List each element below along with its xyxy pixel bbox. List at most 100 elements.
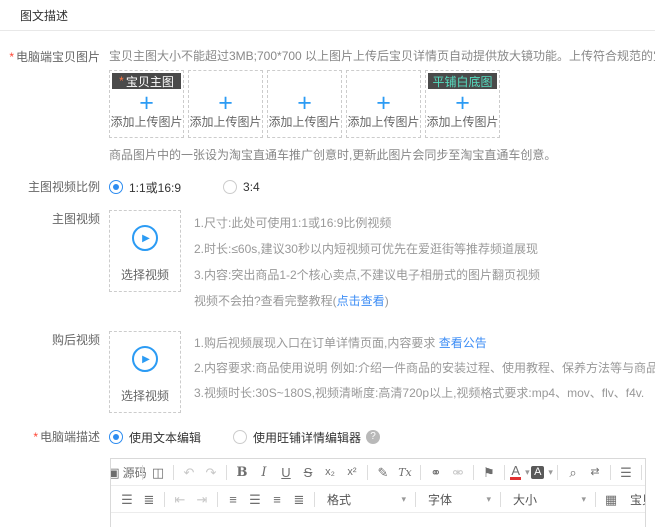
bullet-list-button[interactable]: ≣ [139, 489, 159, 509]
main-video-label: 主图视频 [0, 210, 100, 228]
unlink-button[interactable]: ⚮ [448, 462, 468, 482]
upload-image-box-3[interactable]: + 添加上传图片 [267, 70, 342, 138]
editor-content-area[interactable]: 全屏 [111, 513, 645, 527]
upload-image-box-4[interactable]: + 添加上传图片 [346, 70, 421, 138]
radio-wangpu-editor[interactable] [233, 430, 247, 444]
radio-ratio-3-4[interactable] [223, 180, 237, 194]
main-video-ratio-label: 主图视频比例 [0, 178, 100, 196]
tab-image-text-description[interactable]: 图文描述 [20, 7, 68, 24]
post-video-tip-1-prefix: 1.购后视频展现入口在订单详情页面,内容要求 [194, 336, 439, 350]
bold-button[interactable]: B [232, 462, 252, 482]
required-asterisk: * [33, 430, 38, 444]
click-view-tutorial-link[interactable]: 点击查看 [337, 294, 385, 308]
radio-ratio-1-1-or-16-9-label[interactable]: 1:1或16:9 [129, 179, 181, 196]
radio-ratio-1-1-or-16-9[interactable] [109, 180, 123, 194]
underline-button[interactable]: U [276, 462, 296, 482]
main-video-tips: 1.尺寸:此处可使用1:1或16:9比例视频 2.时长:≤60s,建议30秒以内… [194, 210, 540, 314]
toolbar-separator [473, 465, 474, 480]
select-main-video-box[interactable]: ▶ 选择视频 [109, 210, 181, 292]
toolbar-separator [504, 465, 505, 480]
editor-toolbar-row-2: ☰≣⇤⇥≡☰≡≣格式▾字体▾大小▾▦宝贝详情描述模板▾ [111, 486, 645, 513]
select-video-label: 选择视频 [110, 387, 180, 404]
select-video-label: 选择视频 [110, 266, 180, 283]
format-painter-button[interactable]: ✎ [373, 462, 393, 482]
align-center-button[interactable]: ☰ [245, 489, 265, 509]
preview-button[interactable]: ◫ [148, 462, 168, 482]
main-video-tip-4: 视频不会拍?查看完整教程(点击查看) [194, 288, 540, 314]
post-video-tip-2: 2.内容要求:商品使用说明 例如:介绍一件商品的安装过程、使用教程、保养方法等与… [194, 356, 655, 381]
ordered-list-button[interactable]: ☰ [117, 489, 137, 509]
superscript-button[interactable]: x² [342, 462, 362, 482]
view-announcement-link[interactable]: 查看公告 [439, 336, 487, 350]
ztc-sync-note: 商品图片中的一张设为淘宝直通车推广创意时,更新此图片会同步至淘宝直通车创意。 [109, 147, 655, 163]
toolbar-separator [226, 465, 227, 480]
radio-text-editor-label[interactable]: 使用文本编辑 [129, 429, 201, 446]
toolbar-separator [641, 465, 642, 480]
toolbar-separator [164, 492, 165, 507]
blockquote-button[interactable]: ☰ [616, 462, 636, 482]
required-asterisk: * [9, 50, 14, 64]
pc-product-images-label: *电脑端宝贝图片 [0, 48, 100, 66]
add-image-label: 添加上传图片 [347, 113, 420, 130]
toolbar-separator [557, 465, 558, 480]
template-dropdown[interactable]: 宝贝详情描述模板▾ [623, 489, 643, 509]
description-editor: ▣源码◫↶↷BIUSx₂x²✎Tx⚭⚮⚑A▾A▾⌕⇄☰⊞☺Ω ☰≣⇤⇥≡☰≡≣格… [110, 458, 646, 527]
link-button[interactable]: ⚭ [426, 462, 446, 482]
upload-white-bg-image-box[interactable]: 平铺白底图 + 添加上传图片 [425, 70, 500, 138]
white-bg-image-tag-text: 平铺白底图 [432, 73, 492, 90]
font-dropdown[interactable]: 字体▾ [421, 489, 495, 509]
text-color-button[interactable]: A▾ [510, 462, 530, 482]
radio-text-editor[interactable] [109, 430, 123, 444]
bg-color-button[interactable]: A▾ [532, 462, 552, 482]
radio-wangpu-editor-label[interactable]: 使用旺铺详情编辑器 [253, 429, 361, 446]
redo-button[interactable]: ↷ [201, 462, 221, 482]
main-video-tip-1: 1.尺寸:此处可使用1:1或16:9比例视频 [194, 210, 540, 236]
upload-image-box-2[interactable]: + 添加上传图片 [188, 70, 263, 138]
size-dropdown[interactable]: 大小▾ [506, 489, 590, 509]
upload-main-image-box[interactable]: *宝贝主图 + 添加上传图片 [109, 70, 184, 138]
tab-bar: 图文描述 [0, 0, 655, 31]
add-image-label: 添加上传图片 [268, 113, 341, 130]
main-video-tip-3: 3.内容:突出商品1-2个核心卖点,不建议电子相册式的图片翻页视频 [194, 262, 540, 288]
subscript-button[interactable]: x₂ [320, 462, 340, 482]
undo-button[interactable]: ↶ [179, 462, 199, 482]
search-button[interactable]: ⌕ [563, 462, 583, 482]
page: 图文描述 *电脑端宝贝图片 宝贝主图大小不能超过3MB;700*700 以上图片… [0, 0, 655, 527]
post-video-tips: 1.购后视频展现入口在订单详情页面,内容要求 查看公告 2.内容要求:商品使用说… [194, 331, 655, 413]
row-main-video-ratio: 主图视频比例 1:1或16:9 3:4 [0, 178, 655, 196]
source-code-button[interactable]: ▣源码 [117, 462, 137, 482]
toolbar-separator [314, 492, 315, 507]
image-requirements-text: 宝贝主图大小不能超过3MB;700*700 以上图片上传后宝贝详情页自动提供放大… [109, 48, 655, 64]
chevron-down-icon: ▾ [581, 494, 586, 505]
toolbar-separator [217, 492, 218, 507]
product-edit-form: *电脑端宝贝图片 宝贝主图大小不能超过3MB;700*700 以上图片上传后宝贝… [0, 31, 655, 527]
select-post-video-box[interactable]: ▶ 选择视频 [109, 331, 181, 413]
indent-button[interactable]: ⇥ [192, 489, 212, 509]
find-replace-button[interactable]: ⇄ [585, 462, 605, 482]
align-left-button[interactable]: ≡ [223, 489, 243, 509]
align-right-button[interactable]: ≡ [267, 489, 287, 509]
toolbar-separator [595, 492, 596, 507]
help-question-icon[interactable]: ? [366, 430, 380, 444]
add-image-label: 添加上传图片 [110, 113, 183, 130]
align-justify-button[interactable]: ≣ [289, 489, 309, 509]
play-icon: ▶ [132, 346, 158, 372]
toolbar-separator [367, 465, 368, 480]
image-button[interactable]: ▦ [601, 489, 621, 509]
pc-product-images-label-text: 电脑端宝贝图片 [16, 50, 100, 64]
toolbar-separator [610, 465, 611, 480]
strikethrough-button[interactable]: S [298, 462, 318, 482]
add-image-label: 添加上传图片 [189, 113, 262, 130]
image-requirements-body: 宝贝主图大小不能超过3MB;700*700 以上图片上传后宝贝详情页自动提供放大… [109, 49, 655, 63]
format-dropdown[interactable]: 格式▾ [320, 489, 410, 509]
clear-format-button[interactable]: Tx [395, 462, 415, 482]
post-video-tip-3: 3.视频时长:30S~180S,视频清晰度:高清720p以上,视频格式要求:mp… [194, 381, 655, 406]
outdent-button[interactable]: ⇤ [170, 489, 190, 509]
italic-button[interactable]: I [254, 462, 274, 482]
main-video-tip-4-prefix: 视频不会拍?查看完整教程( [194, 294, 337, 308]
chevron-down-icon: ▾ [548, 467, 553, 478]
anchor-button[interactable]: ⚑ [479, 462, 499, 482]
radio-ratio-3-4-label[interactable]: 3:4 [243, 180, 260, 194]
toolbar-separator [420, 465, 421, 480]
toolbar-separator [415, 492, 416, 507]
